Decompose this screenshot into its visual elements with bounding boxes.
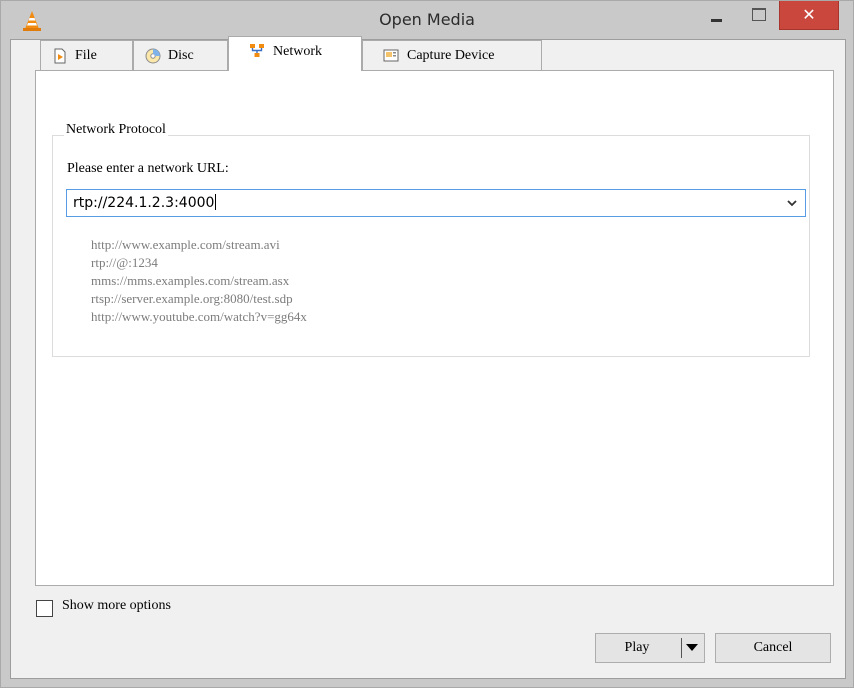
- url-examples: http://www.example.com/stream.avi rtp://…: [91, 236, 307, 326]
- tab-capture-device-label: Capture Device: [407, 48, 495, 63]
- cancel-label: Cancel: [753, 640, 793, 655]
- tab-disc-label: Disc: [168, 48, 194, 63]
- url-value: rtp://224.1.2.3:4000: [73, 195, 215, 211]
- tab-file[interactable]: File: [40, 40, 133, 70]
- cancel-button[interactable]: Cancel: [715, 633, 831, 663]
- play-button[interactable]: Play: [595, 633, 705, 663]
- maximize-button[interactable]: [743, 1, 773, 29]
- tab-disc[interactable]: Disc: [133, 40, 228, 70]
- capture-device-icon: [383, 49, 399, 62]
- url-input[interactable]: rtp://224.1.2.3:4000: [73, 194, 217, 211]
- split-divider: [681, 638, 682, 658]
- file-play-icon: [54, 48, 66, 64]
- tab-capture-device[interactable]: Capture Device: [362, 40, 542, 70]
- show-more-checkbox[interactable]: [36, 600, 53, 617]
- url-prompt: Please enter a network URL:: [67, 161, 229, 176]
- network-tab-panel: [35, 70, 834, 586]
- close-button[interactable]: ✕: [779, 1, 839, 30]
- dropdown-arrow-icon[interactable]: [686, 644, 698, 651]
- show-more-label[interactable]: Show more options: [62, 598, 171, 614]
- minimize-icon: [711, 19, 722, 22]
- tab-file-label: File: [75, 48, 97, 63]
- chevron-down-icon[interactable]: [785, 196, 799, 210]
- network-icon: [250, 44, 264, 57]
- example-url: rtp://@:1234: [91, 255, 158, 270]
- example-url: rtsp://server.example.org:8080/test.sdp: [91, 291, 293, 306]
- play-label: Play: [624, 640, 650, 655]
- maximize-icon: [752, 8, 766, 21]
- tab-network-label: Network: [273, 44, 322, 59]
- example-url: http://www.example.com/stream.avi: [91, 237, 280, 252]
- tab-network[interactable]: Network: [228, 36, 362, 71]
- network-url-combobox[interactable]: rtp://224.1.2.3:4000: [66, 189, 806, 217]
- example-url: http://www.youtube.com/watch?v=gg64x: [91, 309, 307, 324]
- close-icon: ✕: [802, 5, 816, 24]
- minimize-button[interactable]: [701, 1, 731, 29]
- title-bar[interactable]: Open Media ✕: [1, 1, 853, 39]
- text-caret: [215, 194, 217, 210]
- group-title: Network Protocol: [64, 122, 168, 138]
- example-url: mms://mms.examples.com/stream.asx: [91, 273, 290, 288]
- disc-icon: [145, 48, 161, 64]
